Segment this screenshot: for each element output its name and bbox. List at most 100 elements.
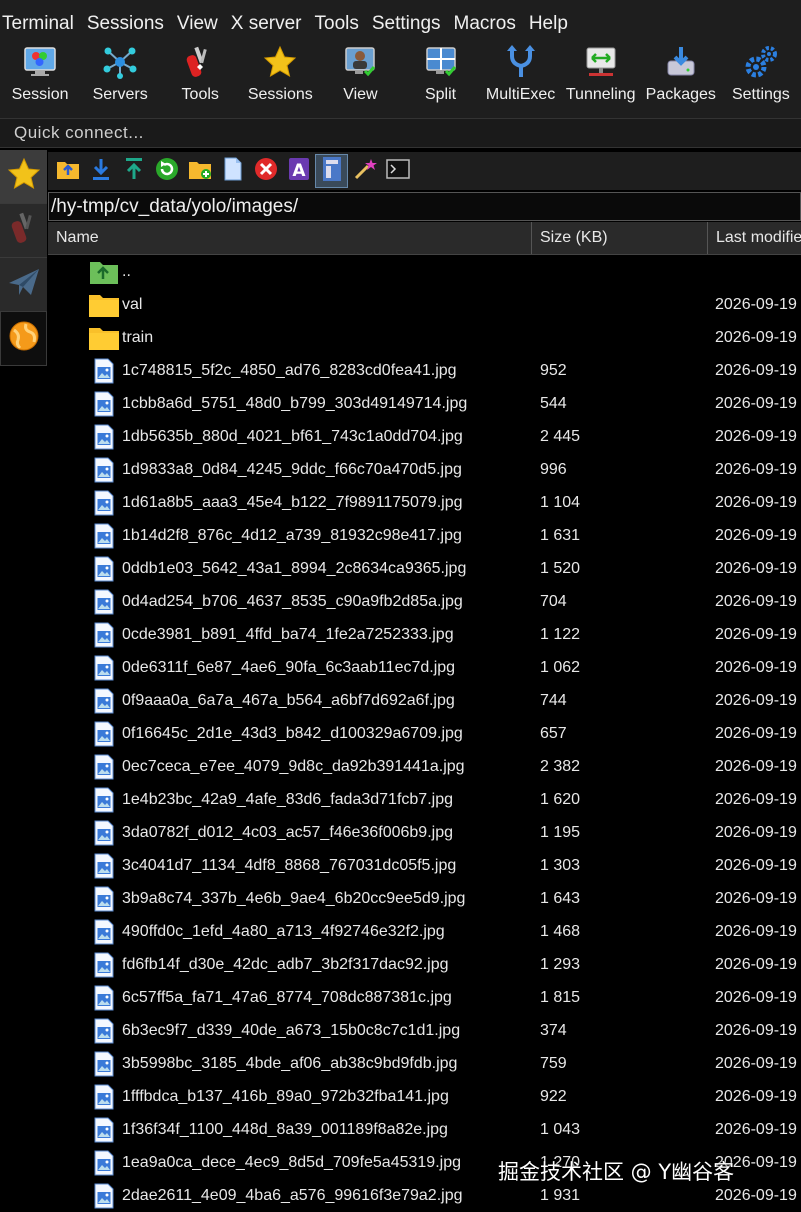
- file-name: 0ec7ceca_e7ee_4079_9d8c_da92b391441a.jpg: [122, 757, 465, 775]
- file-row[interactable]: 3b5998bc_3185_4bde_af06_ab38c9bd9fdb.jpg…: [48, 1047, 801, 1080]
- file-size: 544: [540, 394, 567, 412]
- file-row[interactable]: 1f36f34f_1100_448d_8a39_001189f8a82e.jpg…: [48, 1113, 801, 1146]
- file-name-cell: fd6fb14f_d30e_42dc_adb7_3b2f317dac92.jpg: [48, 951, 532, 979]
- refresh-icon: [155, 157, 179, 186]
- file-name-cell: 3da0782f_d012_4c03_ac57_f46e36f006b9.jpg: [48, 819, 532, 847]
- file-name: 3c4041d7_1134_4df8_8868_767031dc05f5.jpg: [122, 856, 457, 874]
- file-name-cell: 0f9aaa0a_6a7a_467a_b564_a6bf7d692a6f.jpg: [48, 687, 532, 715]
- split-button[interactable]: Split: [400, 42, 480, 118]
- image-file-icon: [92, 984, 116, 1012]
- file-row[interactable]: 1d61a8b5_aaa3_45e4_b122_7f9891175079.jpg…: [48, 486, 801, 519]
- file-row[interactable]: 0cde3981_b891_4ffd_ba74_1fe2a7252333.jpg…: [48, 618, 801, 651]
- file-size: 759: [540, 1054, 567, 1072]
- file-row[interactable]: 1e4b23bc_42a9_4afe_83d6_fada3d71fcb7.jpg…: [48, 783, 801, 816]
- file-row[interactable]: 1d9833a8_0d84_4245_9ddc_f66c70a470d5.jpg…: [48, 453, 801, 486]
- side-tab-sftp[interactable]: [0, 312, 47, 366]
- menu-tools[interactable]: Tools: [313, 13, 368, 35]
- servers-button[interactable]: Servers: [80, 42, 160, 118]
- multiexec-fork-icon: [503, 44, 539, 80]
- file-name: 1c748815_5f2c_4850_ad76_8283cd0fea41.jpg: [122, 361, 457, 379]
- menu-macros[interactable]: Macros: [452, 13, 525, 35]
- file-row[interactable]: 1c748815_5f2c_4850_ad76_8283cd0fea41.jpg…: [48, 354, 801, 387]
- favorites-star-icon: [7, 157, 41, 196]
- file-size: 704: [540, 592, 567, 610]
- parent-folder-button[interactable]: [51, 154, 84, 188]
- file-date: 2026-09-19: [715, 757, 797, 775]
- file-row[interactable]: 6b3ec9f7_d339_40de_a673_15b0c8c7c1d1.jpg…: [48, 1014, 801, 1047]
- tools-button[interactable]: Tools: [160, 42, 240, 118]
- file-row[interactable]: 0d4ad254_b706_4637_8535_c90a9fb2d85a.jpg…: [48, 585, 801, 618]
- path-bar: [48, 192, 801, 221]
- file-name: 1e4b23bc_42a9_4afe_83d6_fada3d71fcb7.jpg: [122, 790, 453, 808]
- menu-x-server[interactable]: X server: [229, 13, 311, 35]
- file-row[interactable]: 0f9aaa0a_6a7a_467a_b564_a6bf7d692a6f.jpg…: [48, 684, 801, 717]
- file-row[interactable]: 0ec7ceca_e7ee_4079_9d8c_da92b391441a.jpg…: [48, 750, 801, 783]
- column-header-date[interactable]: Last modified: [708, 222, 801, 254]
- quick-connect-input[interactable]: [0, 119, 801, 147]
- menu-sessions[interactable]: Sessions: [85, 13, 173, 35]
- new-file-button[interactable]: [216, 154, 249, 188]
- star-icon: [262, 44, 298, 80]
- file-row[interactable]: 1db5635b_880d_4021_bf61_743c1a0dd704.jpg…: [48, 420, 801, 453]
- column-header-size[interactable]: Size (KB): [532, 222, 708, 254]
- file-row[interactable]: val 2026-09-19: [48, 288, 801, 321]
- file-size: 1 122: [540, 625, 581, 643]
- side-tab-tools[interactable]: [0, 204, 47, 258]
- file-row[interactable]: 3b9a8c74_337b_4e6b_9ae4_6b20cc9ee5d9.jpg…: [48, 882, 801, 915]
- menu-settings[interactable]: Settings: [370, 13, 450, 35]
- path-input[interactable]: [49, 193, 800, 220]
- multiexec-button[interactable]: MultiExec: [481, 42, 561, 118]
- new-folder-button[interactable]: [183, 154, 216, 188]
- view-button[interactable]: View: [320, 42, 400, 118]
- file-row[interactable]: 1cbb8a6d_5751_48d0_b799_303d49149714.jpg…: [48, 387, 801, 420]
- tools-knife-icon: [9, 211, 39, 250]
- file-row[interactable]: 490ffd0c_1efd_4a80_a713_4f92746e32f2.jpg…: [48, 915, 801, 948]
- open-terminal-button[interactable]: [381, 154, 414, 188]
- side-tab-favorites[interactable]: [0, 150, 47, 204]
- sessions-button[interactable]: Sessions: [240, 42, 320, 118]
- download-button[interactable]: [84, 154, 117, 188]
- upload-button[interactable]: [117, 154, 150, 188]
- file-row[interactable]: 0f16645c_2d1e_43d3_b842_d100329a6709.jpg…: [48, 717, 801, 750]
- session-button[interactable]: Session: [0, 42, 80, 118]
- sessions-label: Sessions: [247, 86, 313, 103]
- side-tab-send[interactable]: [0, 258, 47, 312]
- file-row[interactable]: 3da0782f_d012_4c03_ac57_f46e36f006b9.jpg…: [48, 816, 801, 849]
- file-name: val: [122, 295, 143, 313]
- rename-button[interactable]: A: [282, 154, 315, 188]
- file-row[interactable]: 1b14d2f8_876c_4d12_a739_81932c98e417.jpg…: [48, 519, 801, 552]
- magic-wand-button[interactable]: [348, 154, 381, 188]
- file-size: 996: [540, 460, 567, 478]
- follow-terminal-button[interactable]: [315, 154, 348, 188]
- refresh-button[interactable]: [150, 154, 183, 188]
- menu-view[interactable]: View: [175, 13, 227, 35]
- packages-button[interactable]: Packages: [641, 42, 721, 118]
- file-row[interactable]: fd6fb14f_d30e_42dc_adb7_3b2f317dac92.jpg…: [48, 948, 801, 981]
- file-size: 374: [540, 1021, 567, 1039]
- file-size: 1 931: [540, 1186, 581, 1204]
- menu-terminal[interactable]: Terminal: [0, 13, 83, 35]
- menu-help[interactable]: Help: [527, 13, 577, 35]
- file-name: 0ddb1e03_5642_43a1_8994_2c8634ca9365.jpg: [122, 559, 467, 577]
- file-row[interactable]: 3c4041d7_1134_4df8_8868_767031dc05f5.jpg…: [48, 849, 801, 882]
- file-name: 1cbb8a6d_5751_48d0_b799_303d49149714.jpg: [122, 394, 468, 412]
- file-name: 1d61a8b5_aaa3_45e4_b122_7f9891175079.jpg: [122, 493, 463, 511]
- file-row[interactable]: 0de6311f_6e87_4ae6_90fa_6c3aab11ec7d.jpg…: [48, 651, 801, 684]
- file-date: 2026-09-19: [715, 1021, 797, 1039]
- delete-button[interactable]: [249, 154, 282, 188]
- settings-button[interactable]: Settings: [721, 42, 801, 118]
- file-row[interactable]: 0ddb1e03_5642_43a1_8994_2c8634ca9365.jpg…: [48, 552, 801, 585]
- tunneling-button[interactable]: Tunneling: [561, 42, 641, 118]
- file-date: 2026-09-19: [715, 823, 797, 841]
- column-header-name[interactable]: Name: [48, 222, 532, 254]
- file-row[interactable]: 6c57ff5a_fa71_47a6_8774_708dc887381c.jpg…: [48, 981, 801, 1014]
- file-row[interactable]: 1fffbdca_b137_416b_89a0_972b32fba141.jpg…: [48, 1080, 801, 1113]
- file-date: 2026-09-19: [715, 427, 797, 445]
- file-row[interactable]: train 2026-09-19: [48, 321, 801, 354]
- watermark-text: 掘金技术社区 @ Y幽谷客: [498, 1160, 735, 1184]
- file-name-cell: 1ea9a0ca_dece_4ec9_8d5d_709fe5a45319.jpg: [48, 1149, 532, 1177]
- new-file-icon: [223, 157, 243, 186]
- file-row[interactable]: ..: [48, 255, 801, 288]
- image-file-icon: [92, 951, 116, 979]
- file-name-cell: 1f36f34f_1100_448d_8a39_001189f8a82e.jpg: [48, 1116, 532, 1144]
